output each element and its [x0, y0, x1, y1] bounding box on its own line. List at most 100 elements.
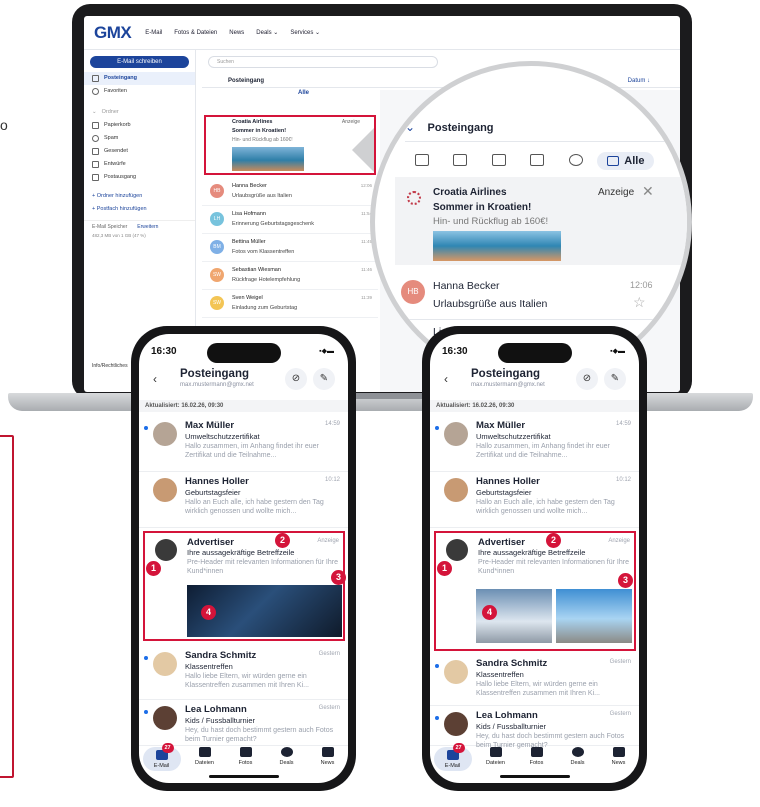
- preview: Hallo zusammen, im Anhang findet ihr eue…: [476, 443, 610, 459]
- list-item[interactable]: Sandra Schmitz Gestern Klassentreffen Hallo…: [139, 646, 348, 700]
- ad-item[interactable]: Advertiser Anzeige Ihre aussagekräftige …: [143, 531, 346, 641]
- list-item[interactable]: Hannes Holler 10:12 Geburtstagsfeier Hallo …: [139, 472, 348, 528]
- compose-button[interactable]: E-Mail schreiben: [90, 56, 189, 68]
- tab-files[interactable]: Dateien: [188, 747, 222, 766]
- news-icon: [321, 747, 334, 757]
- time: 12:06: [360, 183, 372, 188]
- subject: Fotos vom Klassentreffen: [232, 249, 295, 255]
- sidebar-item-outbox[interactable]: Postausgang: [84, 171, 195, 184]
- tab-files[interactable]: Dateien: [479, 747, 513, 766]
- nav-deals[interactable]: Deals ⌄: [256, 29, 278, 36]
- list-item[interactable]: Lea Lohmann Gestern Kids / Fussballturnier…: [139, 700, 348, 746]
- sidebar-label: Papierkorb: [104, 122, 131, 128]
- sidebar-item-drafts[interactable]: Entwürfe: [84, 158, 195, 171]
- avatar: [153, 652, 177, 676]
- list-item[interactable]: Hannes Holler 10:12 Geburtstagsfeier Hallo …: [430, 472, 639, 528]
- footer-link[interactable]: Info/Rechtliches: [92, 363, 128, 369]
- ad-item[interactable]: Advertiser Anzeige Ihre aussagekräftige …: [434, 531, 636, 651]
- tab-photos[interactable]: Fotos: [520, 747, 554, 766]
- check-icon[interactable]: ⊘: [576, 368, 598, 390]
- ad-card[interactable]: Croatia Airlines Anzeige Sommer in Kroat…: [204, 115, 376, 175]
- megaphone-icon[interactable]: [453, 154, 468, 166]
- list-item[interactable]: Max Müller 14:59 Umweltschutzzertifikat Hal…: [430, 416, 639, 472]
- folder-group-label[interactable]: ⌄ Ordner: [84, 106, 195, 119]
- time: 10:12: [615, 477, 631, 483]
- time: 11:39: [361, 295, 372, 300]
- magnifier-row[interactable]: HB Hanna Becker 12:06 Urlaubsgrüße aus I…: [395, 276, 687, 320]
- sender: Sven Weigel: [232, 295, 263, 301]
- list-item[interactable]: Sandra Schmitz Gestern Klassentreffen Hallo…: [430, 654, 639, 706]
- subject: Urlaubsgrüße aus Italien: [433, 298, 548, 310]
- cart-icon[interactable]: [491, 154, 506, 166]
- storage-row: E-Mail Speicher Erweitern: [84, 220, 195, 233]
- check-icon[interactable]: ⊘: [285, 368, 307, 390]
- compose-icon[interactable]: ✎: [604, 368, 626, 390]
- avatar: LH: [210, 212, 224, 226]
- tab-photos[interactable]: Fotos: [229, 747, 263, 766]
- nav-news[interactable]: News: [229, 30, 244, 36]
- settings-icon[interactable]: [568, 154, 583, 166]
- tab-deals[interactable]: Deals: [270, 747, 304, 766]
- list-filter-icon[interactable]: [415, 154, 429, 166]
- sidebar-item-spam[interactable]: Spam: [84, 132, 195, 145]
- back-icon[interactable]: ‹: [444, 372, 448, 386]
- sidebar-label: Postausgang: [104, 174, 137, 180]
- home-indicator: [500, 775, 570, 778]
- trash-icon: [92, 122, 99, 129]
- close-icon[interactable]: ✕: [642, 183, 654, 200]
- list-item[interactable]: Max Müller 14:59 Umweltschutzzertifikat Hal…: [139, 416, 348, 472]
- add-folder-link[interactable]: + Ordner hinzufügen: [84, 190, 195, 203]
- filter-all-chip[interactable]: Alle: [202, 90, 378, 104]
- magnifier-ad[interactable]: Croatia Airlines Anzeige ✕ Sommer in Kro…: [395, 177, 687, 265]
- filter-all-button[interactable]: Alle: [597, 152, 655, 170]
- storage-upgrade-link[interactable]: Erweitern: [137, 221, 158, 234]
- tab-deals[interactable]: Deals: [561, 747, 595, 766]
- sidebar-item-favorites[interactable]: Favoriten: [84, 85, 195, 98]
- sender: Sebastian Wiesman: [232, 267, 281, 273]
- sender: Sandra Schmitz: [476, 658, 548, 669]
- list-item[interactable]: HB Hanna Becker Urlaubsgrüße aus Italien 12…: [202, 178, 378, 206]
- list-item[interactable]: SW Sebastian Wiesman Rückfrage Hotelempfeh…: [202, 262, 378, 290]
- search-input[interactable]: Suchen: [208, 56, 438, 68]
- sidebar-label: Ordner: [101, 109, 119, 115]
- tab-email[interactable]: 27 E-Mail: [433, 743, 472, 771]
- list-item[interactable]: LH Lisa Hofmann Erinnerung Geburtstagsgesc…: [202, 206, 378, 234]
- sidebar-item-sent[interactable]: Gesendet: [84, 145, 195, 158]
- document-icon[interactable]: [530, 154, 545, 166]
- star-icon[interactable]: ☆: [633, 294, 646, 311]
- ad-label: Anzeige: [317, 538, 339, 544]
- gmx-logo[interactable]: GMX: [94, 23, 132, 43]
- tab-news[interactable]: News: [602, 747, 636, 766]
- list-item[interactable]: SW Sven Weigel Einladung zum Geburtstag 11:…: [202, 290, 378, 318]
- sidebar-item-inbox[interactable]: Posteingang: [84, 72, 195, 85]
- list-item[interactable]: BM Bettina Müller Fotos vom Klassentreffen…: [202, 234, 378, 262]
- sender: Hanna Becker: [232, 183, 267, 189]
- add-mailbox-link[interactable]: + Postfach hinzufügen: [84, 203, 195, 216]
- ad-label: Anzeige: [608, 538, 630, 544]
- sidebar-item-trash[interactable]: Papierkorb: [84, 119, 195, 132]
- back-icon[interactable]: ‹: [153, 372, 157, 386]
- tab-news[interactable]: News: [311, 747, 345, 766]
- filter-bar: Alle: [405, 152, 687, 174]
- ad-subject: Ihre aussagekräftige Betreffzeile: [478, 548, 586, 557]
- unread-dot: [144, 710, 148, 714]
- update-bar: Aktualisiert: 16.02.26, 09:30: [139, 400, 348, 412]
- marker-4: 4: [482, 605, 497, 620]
- send-icon: [92, 148, 99, 155]
- nav-email[interactable]: E-Mail: [145, 30, 162, 36]
- nav-services[interactable]: Services ⌄: [290, 29, 320, 36]
- folder-icon: [489, 747, 502, 757]
- tab-label: News: [320, 760, 335, 766]
- sort-control[interactable]: Datum ↓: [628, 74, 650, 88]
- avatar: [153, 706, 177, 730]
- avatar: SW: [210, 268, 224, 282]
- sender: Hanna Becker: [433, 280, 500, 292]
- tab-label: Fotos: [529, 760, 544, 766]
- compose-icon[interactable]: ✎: [313, 368, 335, 390]
- inbox-icon: [607, 156, 620, 166]
- sender: Lea Lohmann: [185, 704, 247, 715]
- nav-photos[interactable]: Fotos & Dateien: [174, 30, 217, 36]
- tab-email[interactable]: 27 E-Mail: [142, 743, 181, 771]
- time: Gestern: [609, 711, 631, 717]
- list-item[interactable]: Lea Lohmann Gestern Kids / Fussballturnier…: [430, 706, 639, 749]
